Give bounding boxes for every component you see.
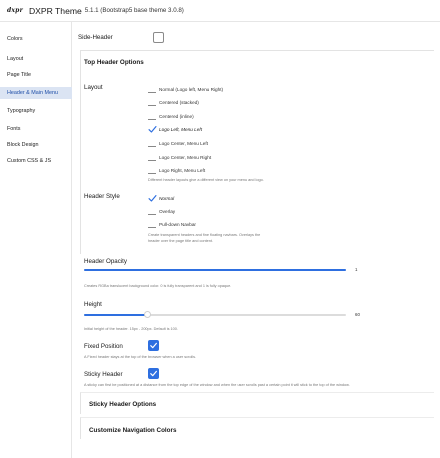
- layout-option-logo-center-menu-left[interactable]: Logo Center, Menu Left: [148, 139, 208, 148]
- layout-option-logo-center-menu-right[interactable]: Logo Center, Menu Right: [148, 153, 211, 162]
- sidebar-item-custom-css-js[interactable]: Custom CSS & JS: [0, 155, 72, 167]
- layout-option-label: Centered (stacked): [159, 100, 199, 105]
- layout-option-label: Logo Center, Menu Left: [159, 141, 208, 146]
- height-slider-thumb[interactable]: [144, 311, 152, 318]
- header-opacity-slider-fill: [84, 269, 346, 271]
- settings-sidebar: Colors Layout Page Title Header & Main M…: [0, 22, 72, 458]
- sidebar-item-fonts[interactable]: Fonts: [0, 123, 72, 135]
- header-opacity-slider[interactable]: [84, 269, 346, 271]
- dxpr-logo: dxpr: [7, 7, 23, 14]
- header-opacity-value: 1: [355, 267, 358, 272]
- header-style-help-line-1: Create transparent headers and fine floa…: [148, 233, 261, 237]
- height-slider-fill: [84, 314, 148, 316]
- header-style-help-line-2: header over the page title and content.: [148, 239, 214, 243]
- settings-main: Side-Header Top Header Options Layout No…: [72, 22, 440, 458]
- sticky-header-label: Sticky Header: [84, 371, 123, 378]
- layout-option-logo-right-menu-left[interactable]: Logo Right, Menu Left: [148, 166, 205, 175]
- app-header: dxpr DXPR Theme 5.1.1 (Bootstrap5 base t…: [0, 0, 440, 22]
- sticky-header-options-title[interactable]: Sticky Header Options: [89, 401, 156, 408]
- sticky-header-checkbox[interactable]: [148, 368, 159, 379]
- layout-label: Layout: [84, 84, 103, 91]
- sticky-header-help: A sticky can first be positioned at a di…: [84, 383, 350, 387]
- customize-navigation-colors-title[interactable]: Customize Navigation Colors: [89, 427, 176, 434]
- radio-unselected-mark: [148, 220, 157, 229]
- sidebar-item-colors[interactable]: Colors: [0, 33, 72, 45]
- sidebar-item-header-main-menu[interactable]: Header & Main Menu: [0, 87, 72, 99]
- app-title: DXPR Theme: [28, 5, 82, 16]
- layout-option-normal[interactable]: Normal (Logo left, Menu Right): [148, 85, 223, 94]
- header-style-option-label: Pull-down Navbar: [159, 222, 196, 227]
- layout-option-label: Centered (inline): [159, 114, 194, 119]
- layout-option-logo-left-menu-left[interactable]: Logo Left, Menu Left: [148, 125, 202, 134]
- radio-unselected-mark: [148, 85, 157, 94]
- header-style-option-normal[interactable]: Normal: [148, 194, 174, 203]
- sidebar-item-page-title[interactable]: Page Title: [0, 69, 72, 81]
- height-help: Initial height of the header. 15px - 200…: [84, 327, 178, 331]
- radio-unselected-mark: [148, 166, 157, 175]
- height-slider[interactable]: [84, 311, 346, 318]
- header-opacity-label: Header Opacity: [84, 258, 127, 265]
- header-style-option-label: Overlay: [159, 209, 176, 214]
- checkmark-icon: [150, 342, 157, 349]
- radio-unselected-mark: [148, 98, 157, 107]
- fixed-position-label: Fixed Position: [84, 343, 123, 350]
- sidebar-item-block-design[interactable]: Block Design: [0, 139, 72, 151]
- layout-option-label: Logo Center, Menu Right: [159, 155, 212, 160]
- height-value: 60: [355, 312, 360, 317]
- layout-option-label: Logo Left, Menu Left: [159, 127, 203, 132]
- layout-option-label: Normal (Logo left, Menu Right): [159, 87, 224, 92]
- top-header-options-title: Top Header Options: [84, 59, 144, 66]
- checkmark-icon: [150, 370, 157, 377]
- checkmark-icon: [148, 194, 157, 203]
- side-header-checkbox[interactable]: [153, 32, 164, 43]
- layout-option-label: Logo Right, Menu Left: [159, 168, 206, 173]
- top-header-options-card: [80, 50, 434, 254]
- radio-unselected-mark: [148, 112, 157, 121]
- app-version: 5.1.1 (Bootstrap5 base theme 3.0.8): [84, 7, 184, 14]
- header-style-label: Header Style: [84, 193, 120, 200]
- header-opacity-help: Creates RGBa translucent background colo…: [84, 284, 232, 288]
- height-label: Height: [84, 301, 102, 308]
- radio-unselected-mark: [148, 207, 157, 216]
- header-style-option-pull-down-navbar[interactable]: Pull-down Navbar: [148, 220, 196, 229]
- fixed-position-checkbox[interactable]: [148, 340, 159, 351]
- fixed-position-help: A Fixed header stays at the top of the b…: [84, 355, 197, 359]
- sidebar-item-layout[interactable]: Layout: [0, 53, 72, 65]
- layout-help-text: Different header layouts give a differen…: [148, 178, 264, 182]
- layout-option-centered-stacked[interactable]: Centered (stacked): [148, 98, 199, 107]
- sidebar-item-typography[interactable]: Typography: [0, 105, 72, 117]
- radio-unselected-mark: [148, 153, 157, 162]
- side-header-label: Side-Header: [78, 34, 113, 41]
- header-style-option-label: Normal: [159, 196, 175, 201]
- radio-unselected-mark: [148, 139, 157, 148]
- header-style-option-overlay[interactable]: Overlay: [148, 207, 175, 216]
- checkmark-icon: [148, 125, 157, 134]
- layout-option-centered-inline[interactable]: Centered (inline): [148, 112, 194, 121]
